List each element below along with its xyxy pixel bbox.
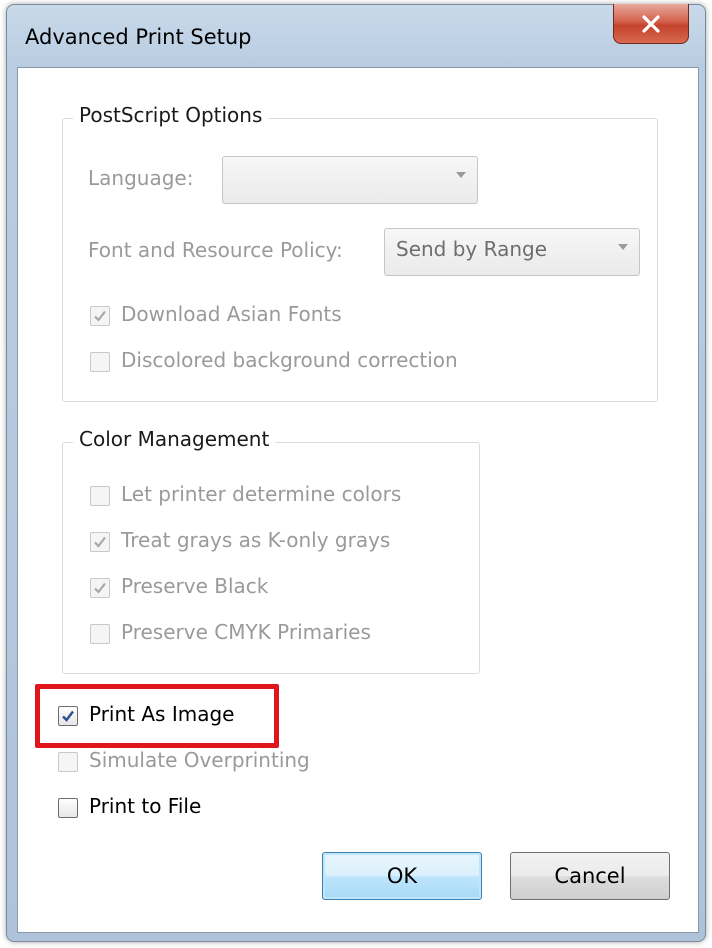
close-icon (642, 14, 660, 33)
preserve-cmyk-checkbox[interactable] (90, 624, 110, 644)
simulate-overprinting-label: Simulate Overprinting (89, 748, 310, 772)
checkmark-icon (94, 536, 106, 548)
preserve-cmyk-label: Preserve CMYK Primaries (121, 620, 371, 644)
ok-button[interactable]: OK (322, 852, 482, 900)
highlight-box (35, 684, 279, 748)
font-policy-dropdown[interactable]: Send by Range (384, 228, 640, 276)
discolored-background-label: Discolored background correction (121, 348, 458, 372)
title-bar[interactable]: Advanced Print Setup (7, 4, 705, 67)
font-policy-value: Send by Range (396, 237, 548, 261)
cancel-button[interactable]: Cancel (510, 852, 670, 900)
preserve-black-label: Preserve Black (121, 574, 269, 598)
discolored-background-checkbox[interactable] (90, 352, 110, 372)
preserve-black-checkbox[interactable] (90, 578, 110, 598)
print-to-file-checkbox[interactable] (58, 798, 78, 818)
color-management-title: Color Management (73, 427, 276, 451)
language-label: Language: (88, 166, 194, 190)
dialog-window: Advanced Print Setup PostScript Options … (6, 4, 706, 942)
download-asian-fonts-label: Download Asian Fonts (121, 302, 342, 326)
treat-grays-checkbox[interactable] (90, 532, 110, 552)
language-dropdown[interactable] (222, 156, 478, 204)
checkmark-icon (94, 582, 106, 594)
chevron-down-icon (456, 172, 466, 178)
print-to-file-label: Print to File (89, 794, 202, 818)
dialog-content: PostScript Options Language: Font and Re… (17, 67, 699, 933)
let-printer-label: Let printer determine colors (121, 482, 402, 506)
simulate-overprinting-checkbox[interactable] (58, 752, 78, 772)
chevron-down-icon (618, 244, 628, 250)
let-printer-checkbox[interactable] (90, 486, 110, 506)
window-title: Advanced Print Setup (25, 25, 252, 49)
download-asian-fonts-checkbox[interactable] (90, 306, 110, 326)
postscript-options-title: PostScript Options (73, 103, 269, 127)
font-policy-label: Font and Resource Policy: (88, 238, 343, 262)
checkmark-icon (94, 310, 106, 322)
close-button[interactable] (613, 4, 689, 44)
treat-grays-label: Treat grays as K-only grays (121, 528, 391, 552)
